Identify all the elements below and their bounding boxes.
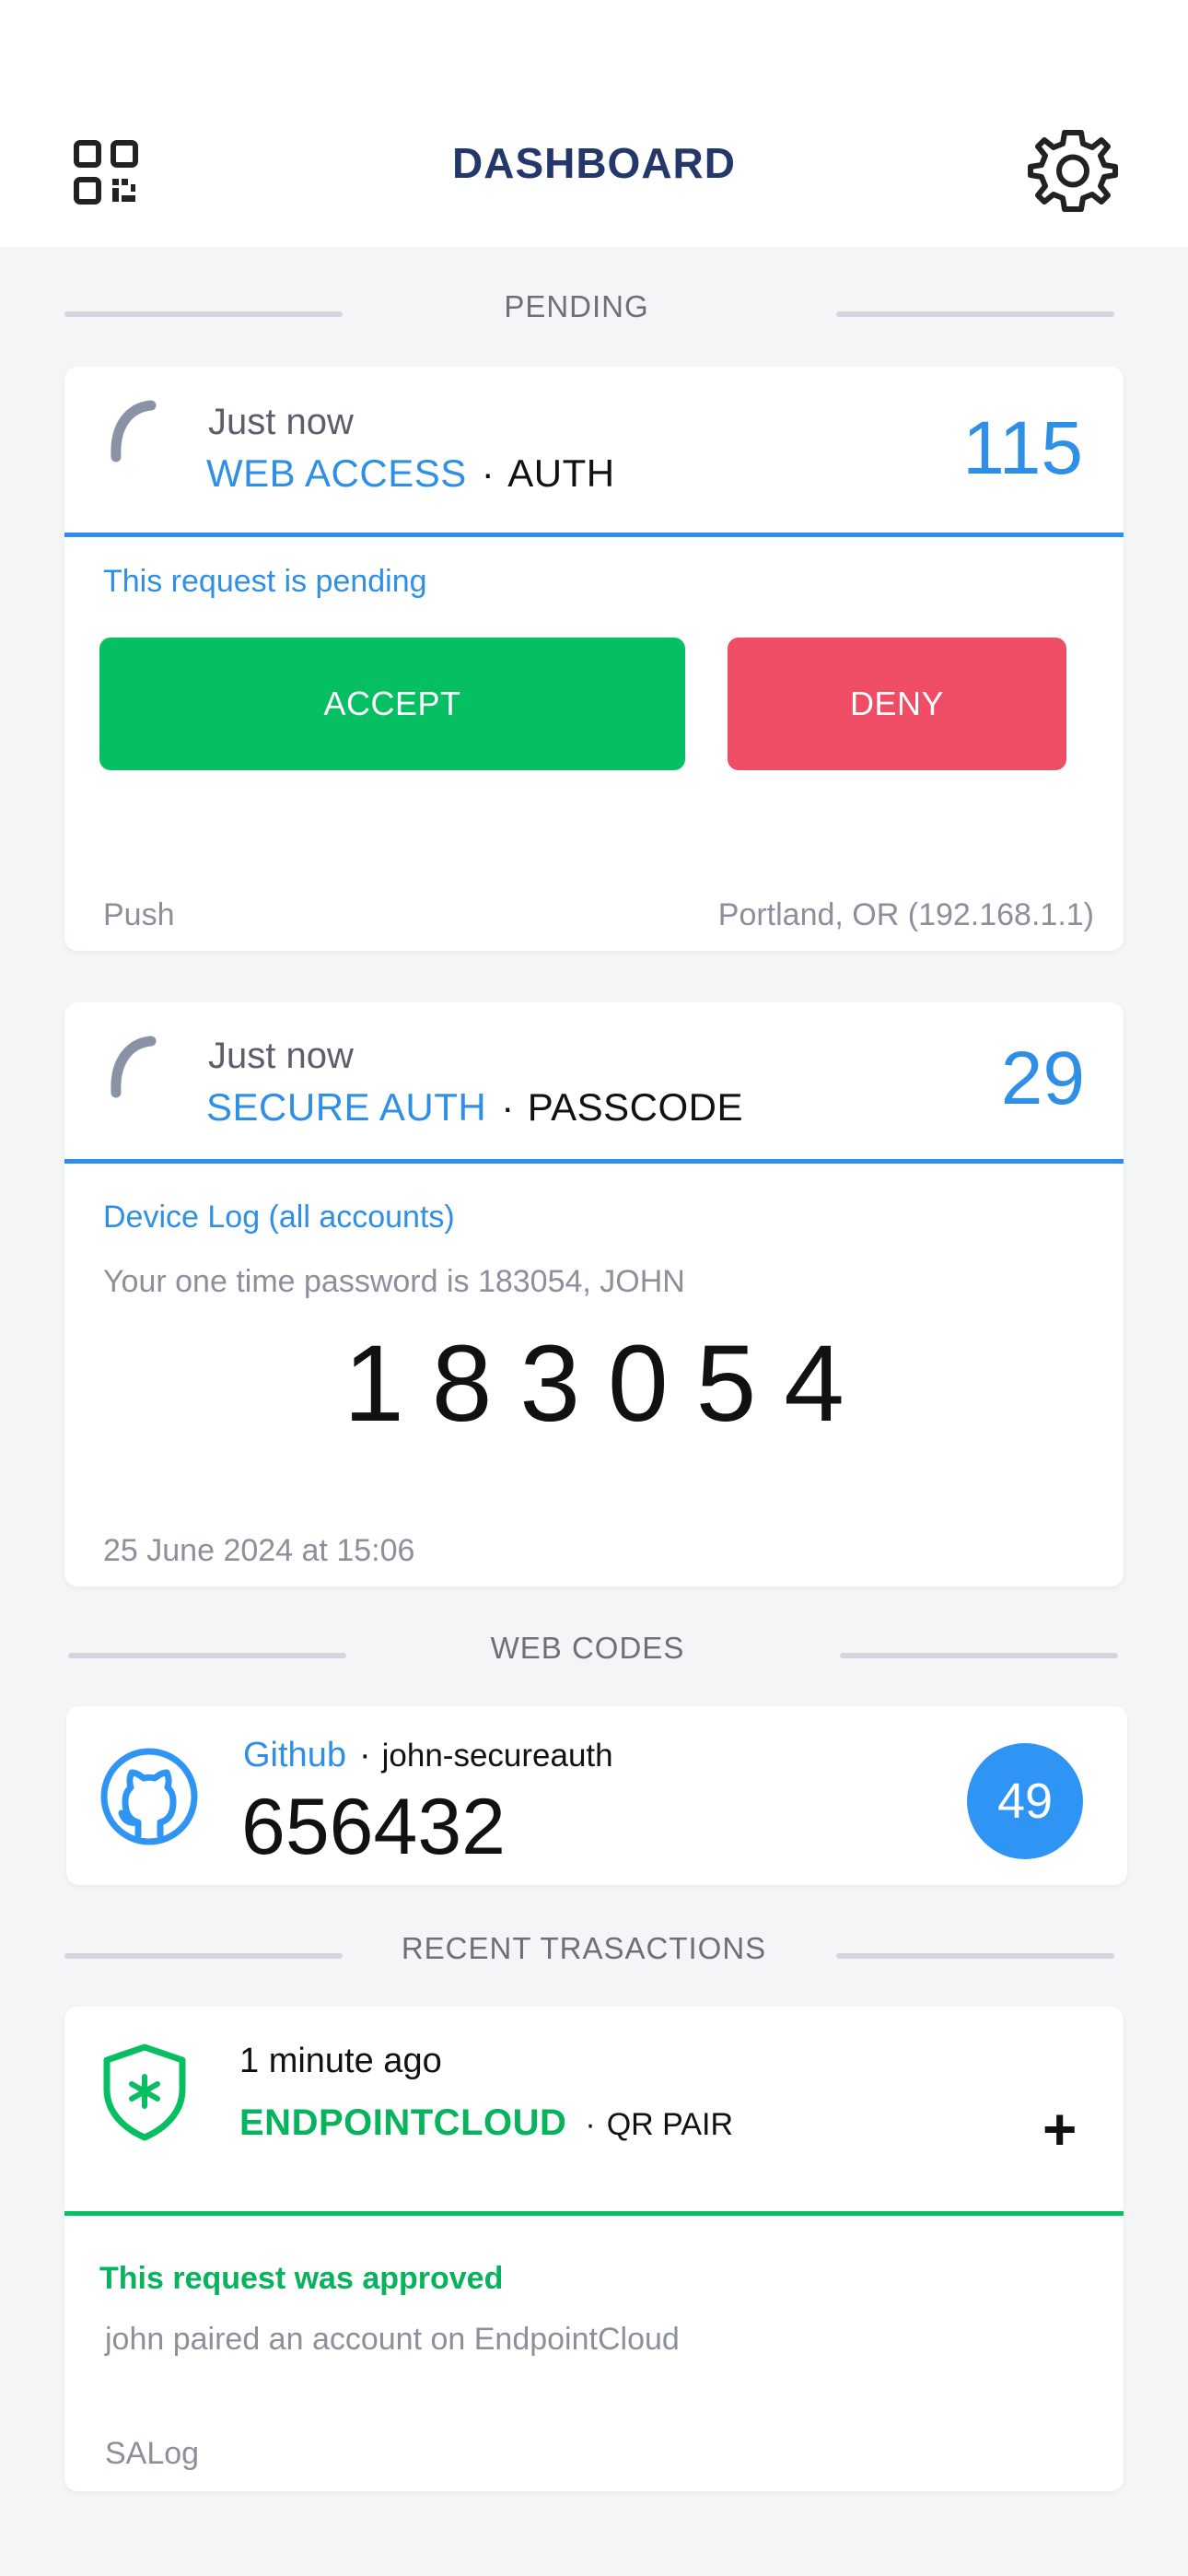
settings-button[interactable] <box>1028 125 1118 216</box>
web-code-account-line: Github · john-secureauth <box>243 1736 613 1775</box>
request-status: This request is pending <box>103 564 427 599</box>
github-icon <box>100 1748 198 1845</box>
device-log-link[interactable]: Device Log (all accounts) <box>103 1200 455 1235</box>
spinner-icon <box>111 400 157 463</box>
transaction-source: SALog <box>105 2436 200 2471</box>
request-timestamp: Just now <box>208 402 354 442</box>
account-name: ENDPOINTCLOUD <box>239 2102 567 2143</box>
passcode-date: 25 June 2024 at 15:06 <box>103 1533 415 1568</box>
countdown-badge: 49 <box>967 1743 1083 1859</box>
passcode-account-line: SECURE AUTH · PASSCODE <box>206 1085 743 1130</box>
section-divider <box>840 1653 1118 1658</box>
pending-request-card[interactable]: Just now WEB ACCESS · AUTH 115 This reques… <box>64 367 1124 951</box>
request-type: AUTH <box>507 451 615 495</box>
section-label: PENDING <box>504 289 649 323</box>
transaction-card[interactable]: 1 minute ago ENDPOINTCLOUD · QR PAIR + Thi… <box>64 2007 1124 2491</box>
accept-button[interactable]: ACCEPT <box>99 638 685 770</box>
section-divider <box>836 311 1114 317</box>
account-name: WEB ACCESS <box>206 451 467 495</box>
account-name: SECURE AUTH <box>206 1085 487 1129</box>
request-account-line: WEB ACCESS · AUTH <box>206 451 615 496</box>
pending-section-header: PENDING <box>64 289 1114 335</box>
passcode-timestamp: Just now <box>208 1036 354 1076</box>
transaction-status: This request was approved <box>99 2261 504 2296</box>
request-type: QR PAIR <box>606 2107 733 2142</box>
top-bar: DASHBOARD <box>0 0 1188 247</box>
passcode-counter: 29 <box>1000 1036 1085 1120</box>
separator-dot: · <box>501 1085 515 1129</box>
web-codes-section-header: WEB CODES <box>68 1631 1118 1677</box>
deny-button[interactable]: DENY <box>728 638 1066 770</box>
separator-dot: · <box>585 2107 596 2142</box>
section-label: RECENT TRASACTIONS <box>401 1931 767 1965</box>
gear-icon <box>1028 130 1118 212</box>
otp-code: 183054 <box>344 1323 872 1445</box>
card-divider <box>64 2211 1124 2216</box>
separator-dot: · <box>358 1736 371 1774</box>
auth-method: Push <box>103 897 175 932</box>
transaction-timestamp: 1 minute ago <box>239 2042 442 2080</box>
separator-dot: · <box>481 451 495 495</box>
web-code-value[interactable]: 656432 <box>241 1782 506 1873</box>
transaction-account-line: ENDPOINTCLOUD · QR PAIR <box>239 2102 733 2144</box>
request-type: PASSCODE <box>527 1085 744 1129</box>
otp-message: Your one time password is 183054, JOHN <box>103 1264 685 1299</box>
page-title: DASHBOARD <box>452 139 736 187</box>
spinner-icon <box>111 1036 157 1098</box>
service-name: Github <box>243 1736 346 1774</box>
request-counter: 115 <box>962 406 1083 490</box>
card-divider <box>64 533 1124 537</box>
expand-plus-icon[interactable]: + <box>1042 2095 1077 2163</box>
request-location: Portland, OR (192.168.1.1) <box>717 897 1094 932</box>
shield-icon <box>103 2043 186 2141</box>
service-user: john-secureauth <box>381 1738 613 1774</box>
section-label: WEB CODES <box>490 1631 685 1665</box>
section-divider <box>836 1953 1114 1959</box>
transaction-message: john paired an account on EndpointCloud <box>105 2322 680 2357</box>
web-code-card[interactable]: Github · john-secureauth 656432 49 <box>66 1706 1127 1885</box>
recent-section-header: RECENT TRASACTIONS <box>64 1931 1114 1977</box>
card-divider <box>64 1159 1124 1164</box>
passcode-card[interactable]: Just now SECURE AUTH · PASSCODE 29 Device … <box>64 1002 1124 1587</box>
